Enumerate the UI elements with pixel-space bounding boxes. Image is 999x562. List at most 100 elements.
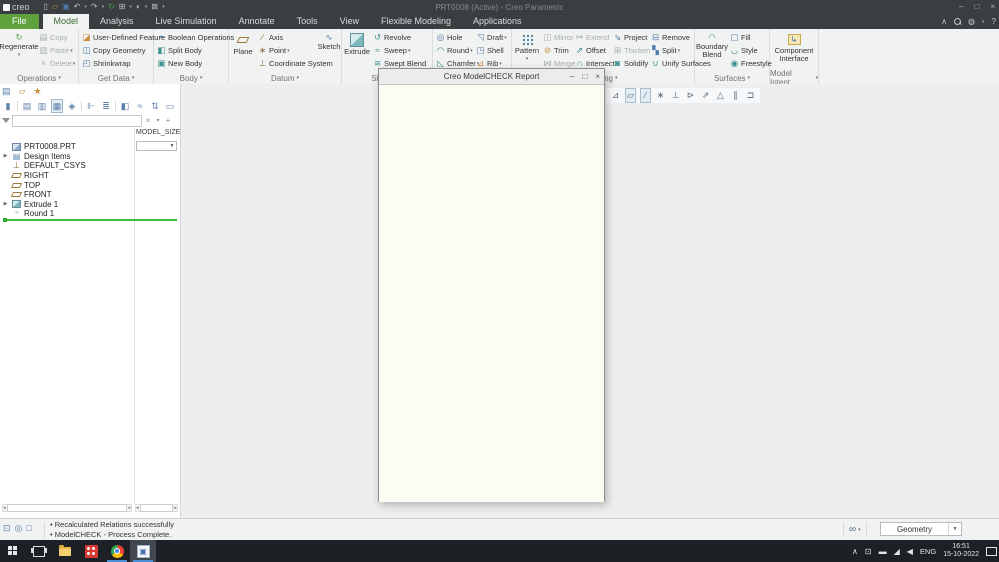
modelcheck-shield-icon[interactable]: ◈: [66, 100, 78, 112]
spin-center-icon[interactable]: △: [715, 89, 726, 102]
tab-applications[interactable]: Applications: [462, 14, 533, 29]
scroll-right-arrow-icon[interactable]: ▸: [128, 505, 131, 511]
chrome-button[interactable]: [104, 540, 130, 562]
shell-button[interactable]: ◳Shell: [475, 44, 511, 57]
boolean-operations-button[interactable]: ◓Boolean Operations: [156, 31, 230, 44]
start-button[interactable]: [0, 540, 26, 562]
expand-arrow-icon[interactable]: ▶: [2, 153, 9, 159]
body-group-label[interactable]: Body▾: [154, 72, 228, 84]
split-body-button[interactable]: ◧Split Body: [156, 44, 230, 57]
battery-icon[interactable]: ▬: [879, 547, 887, 556]
browser-toggle-icon[interactable]: ◎: [15, 523, 23, 534]
language-indicator[interactable]: ENG: [920, 547, 936, 556]
report-maximize-button[interactable]: □: [582, 69, 587, 84]
scroll-left-arrow-icon[interactable]: ◂: [3, 505, 6, 511]
coordinate-system-button[interactable]: ⊥Coordinate System: [257, 57, 317, 70]
clock[interactable]: 16:51 15-10-2022: [943, 543, 979, 559]
tree-filter-input[interactable]: [12, 115, 142, 127]
device-tray-icon[interactable]: ⊡: [865, 547, 872, 556]
tree-item-default-csys[interactable]: ⊥ DEFAULT_CSYS: [2, 161, 133, 171]
minimize-button[interactable]: –: [959, 0, 963, 14]
layers-icon[interactable]: ≈: [134, 100, 146, 112]
tree-item-design-items[interactable]: ▶ ▤ Design Items: [2, 152, 133, 162]
network-icon[interactable]: ◢: [894, 547, 900, 556]
freestyle-button[interactable]: ◉Freestyle: [729, 57, 769, 70]
collapse-all-icon[interactable]: ▥: [36, 100, 48, 112]
red-app-button[interactable]: [78, 540, 104, 562]
datum-group-label[interactable]: Datum▾: [229, 72, 341, 84]
restore-button[interactable]: □: [974, 0, 979, 14]
expand-all-icon[interactable]: ▤: [21, 100, 33, 112]
filter-add-icon[interactable]: +: [164, 116, 172, 125]
insert-here-indicator[interactable]: [3, 219, 177, 221]
exit-display-icon[interactable]: ⊐: [745, 89, 756, 102]
dragger-display-icon[interactable]: ⇗: [700, 89, 711, 102]
tab-tools[interactable]: Tools: [286, 14, 329, 29]
project-button[interactable]: ⇘Project: [612, 31, 650, 44]
get-data-group-label[interactable]: Get Data▾: [79, 72, 153, 84]
axis-button[interactable]: ∕Axis: [257, 31, 317, 44]
tree-item-top-plane[interactable]: TOP: [2, 180, 133, 190]
show-half-icon[interactable]: ◧: [119, 100, 131, 112]
point-button[interactable]: ∗Point▾: [257, 44, 317, 57]
scrollbar-thumb[interactable]: [140, 504, 174, 512]
model-size-dropdown[interactable]: ▼: [136, 141, 177, 151]
operations-group-label[interactable]: Operations▾: [0, 72, 78, 84]
tab-view[interactable]: View: [329, 14, 370, 29]
solidify-button[interactable]: ◙Solidify: [612, 57, 650, 70]
tree-item-front-plane[interactable]: FRONT: [2, 190, 133, 200]
fullscreen-toggle-icon[interactable]: □: [26, 523, 31, 534]
search-tool[interactable]: ∞ ▾: [843, 522, 867, 537]
close-button[interactable]: ×: [990, 0, 995, 14]
sweep-button[interactable]: ≈Sweep▾: [372, 44, 430, 57]
filter-caret-icon[interactable]: ▾: [154, 117, 162, 124]
favorites-tab-icon[interactable]: ★: [33, 85, 41, 97]
regenerate-button[interactable]: ↻ Regenerate ▾: [0, 30, 38, 59]
volume-icon[interactable]: ◀: [907, 547, 913, 556]
tab-file[interactable]: File: [0, 14, 39, 29]
split-button[interactable]: ▚Split▾: [650, 44, 694, 57]
find-binoculars-icon[interactable]: ∞: [849, 524, 856, 535]
regenerate-caret[interactable]: ▾: [18, 51, 21, 59]
show-part-icon[interactable]: ▮: [2, 100, 14, 112]
tree-columns-icon[interactable]: ▦: [51, 99, 63, 113]
tree-item-root[interactable]: PRT0008.PRT: [2, 142, 133, 152]
tree-item-right-plane[interactable]: RIGHT: [2, 171, 133, 181]
model-size-column-header[interactable]: MODEL_SIZE: [136, 129, 180, 136]
offset-button[interactable]: ⇗Offset: [574, 44, 612, 57]
plane-display-icon[interactable]: ▱: [625, 88, 636, 103]
remove-button[interactable]: ⊟Remove: [650, 31, 694, 44]
scroll-left-arrow-icon[interactable]: ◂: [136, 505, 139, 511]
show-hidden-icons-chevron[interactable]: ∧: [852, 547, 858, 556]
revolve-button[interactable]: ↺Revolve: [372, 31, 430, 44]
model-size-dropdown-caret[interactable]: ▼: [168, 143, 176, 149]
round-button[interactable]: ◠Round▾: [435, 44, 475, 57]
column-horizontal-scrollbar[interactable]: ◂ ▸: [135, 504, 178, 512]
plane-button[interactable]: Plane: [229, 30, 257, 56]
task-view-button[interactable]: [26, 540, 52, 562]
connect-globe-icon[interactable]: ◍: [968, 17, 975, 26]
scrollbar-thumb[interactable]: [7, 504, 128, 512]
selection-filter-caret[interactable]: ▼: [948, 523, 961, 535]
report-close-button[interactable]: ×: [595, 69, 600, 84]
filter-funnel-icon[interactable]: [2, 118, 10, 123]
tree-column-divider[interactable]: [134, 129, 135, 504]
trim-button[interactable]: ⊘Trim: [542, 44, 574, 57]
draft-button[interactable]: ◹Draft▾: [475, 31, 511, 44]
pattern-button[interactable]: Pattern ▾: [512, 30, 542, 63]
selection-filter-dropdown[interactable]: Geometry ▼: [880, 522, 962, 536]
tab-annotate[interactable]: Annotate: [228, 14, 286, 29]
tree-item-round-1[interactable]: ◝ Round 1: [2, 209, 133, 219]
pattern-caret[interactable]: ▾: [526, 55, 529, 63]
tab-analysis[interactable]: Analysis: [89, 14, 145, 29]
csys-display-icon[interactable]: ⊥: [670, 89, 681, 102]
extrude-button[interactable]: Extrude: [342, 30, 372, 56]
report-minimize-button[interactable]: –: [570, 69, 574, 84]
navigator-toggle-icon[interactable]: ⊡: [3, 523, 11, 534]
unify-surfaces-button[interactable]: ∪Unify Surfaces: [650, 57, 694, 70]
file-explorer-button[interactable]: [52, 540, 78, 562]
sketch-display-icon[interactable]: ⊿: [610, 89, 621, 102]
modelcheck-report-titlebar[interactable]: Creo ModelCHECK Report – □ ×: [379, 69, 604, 85]
boundary-blend-button[interactable]: ◠ Boundary Blend: [695, 30, 729, 59]
tree-horizontal-scrollbar[interactable]: ◂ ▸: [2, 504, 132, 512]
